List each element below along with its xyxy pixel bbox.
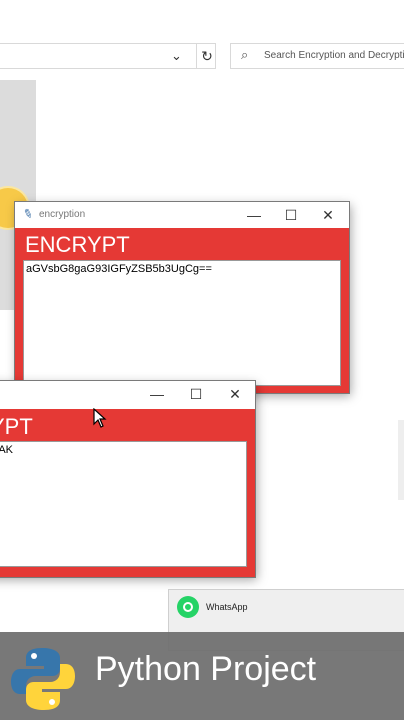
encrypt-heading: ENCRYPT xyxy=(25,232,130,257)
whatsapp-label: WhatsApp xyxy=(206,602,248,612)
minimize-button[interactable]: — xyxy=(142,381,172,407)
banner-title: Python Project xyxy=(95,650,317,688)
python-logo-icon xyxy=(11,648,75,710)
window-titlebar[interactable]: ✎ encryption — ☐ ✕ xyxy=(15,202,349,228)
output-text: aGVsbG8gaG93IGFyZSB5b3UgCg== xyxy=(26,263,212,275)
chevron-down-icon[interactable]: ⌄ xyxy=(171,48,182,64)
search-box[interactable]: ⌕ Search Encryption and Decryptic xyxy=(230,43,404,69)
input-textbox[interactable]: SAK xyxy=(0,441,247,567)
search-placeholder: Search Encryption and Decryptic xyxy=(264,50,404,61)
encryption-window: ✎ encryption — ☐ ✕ ENCRYPT aGVsbG8gaG93I… xyxy=(15,202,349,393)
explorer-toolbar: ⌄ ↻ ⌕ Search Encryption and Decryptic xyxy=(0,38,404,74)
close-button[interactable]: ✕ xyxy=(313,202,343,228)
maximize-button[interactable]: ☐ xyxy=(181,381,211,407)
window-titlebar[interactable]: — ☐ ✕ xyxy=(0,381,255,409)
tk-feather-icon: ✎ xyxy=(20,205,36,223)
refresh-icon[interactable]: ↻ xyxy=(196,44,217,68)
input-text: SAK xyxy=(0,444,14,456)
close-button[interactable]: ✕ xyxy=(220,381,250,407)
window-title: encryption xyxy=(39,209,86,220)
address-bar[interactable]: ⌄ ↻ xyxy=(0,43,216,69)
decrypt-heading: YPT xyxy=(0,414,33,439)
output-textbox[interactable]: aGVsbG8gaG93IGFyZSB5b3UgCg== xyxy=(23,260,341,386)
minimize-button[interactable]: — xyxy=(239,202,269,228)
search-icon: ⌕ xyxy=(241,47,249,62)
maximize-button[interactable]: ☐ xyxy=(276,202,306,228)
second-window: — ☐ ✕ YPT SAK xyxy=(0,381,255,577)
python-project-banner: Python Project xyxy=(0,632,404,720)
background-strip xyxy=(398,420,404,500)
whatsapp-icon xyxy=(177,596,199,618)
